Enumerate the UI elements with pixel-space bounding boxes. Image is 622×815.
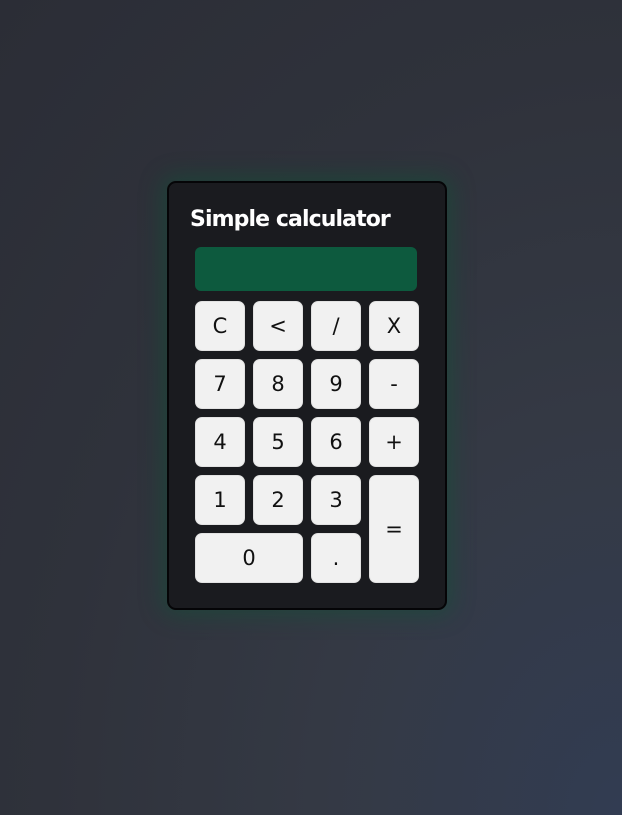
calculator-panel: Simple calculator C < / X 7 8 9 - 4 5 6 … bbox=[167, 181, 447, 610]
backspace-button[interactable]: < bbox=[253, 301, 303, 351]
equals-button[interactable]: = bbox=[369, 475, 419, 583]
clear-button[interactable]: C bbox=[195, 301, 245, 351]
calculator-title: Simple calculator bbox=[190, 207, 391, 232]
digit-4-button[interactable]: 4 bbox=[195, 417, 245, 467]
digit-8-button[interactable]: 8 bbox=[253, 359, 303, 409]
digit-7-button[interactable]: 7 bbox=[195, 359, 245, 409]
digit-9-button[interactable]: 9 bbox=[311, 359, 361, 409]
digit-3-button[interactable]: 3 bbox=[311, 475, 361, 525]
divide-button[interactable]: / bbox=[311, 301, 361, 351]
digit-1-button[interactable]: 1 bbox=[195, 475, 245, 525]
add-button[interactable]: + bbox=[369, 417, 419, 467]
digit-0-button[interactable]: 0 bbox=[195, 533, 303, 583]
keypad: C < / X 7 8 9 - 4 5 6 + 1 2 3 = 0 . bbox=[195, 301, 419, 583]
subtract-button[interactable]: - bbox=[369, 359, 419, 409]
calculator-display[interactable] bbox=[195, 247, 417, 291]
multiply-button[interactable]: X bbox=[369, 301, 419, 351]
digit-5-button[interactable]: 5 bbox=[253, 417, 303, 467]
digit-6-button[interactable]: 6 bbox=[311, 417, 361, 467]
digit-2-button[interactable]: 2 bbox=[253, 475, 303, 525]
decimal-point-button[interactable]: . bbox=[311, 533, 361, 583]
